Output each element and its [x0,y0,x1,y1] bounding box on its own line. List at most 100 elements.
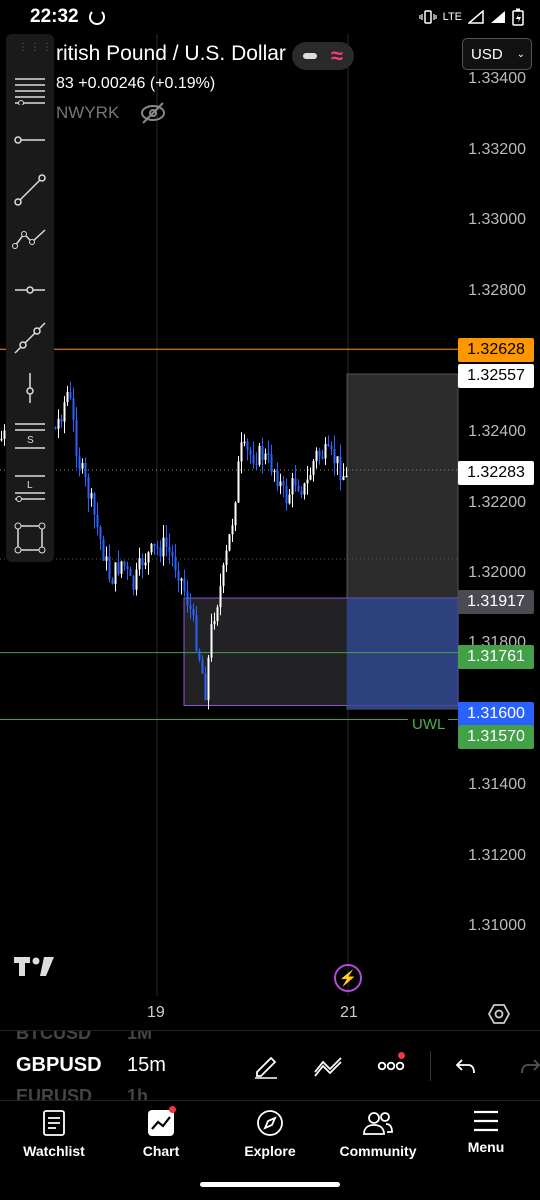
indicator-toggle[interactable]: ≈ [292,42,354,70]
signal-icon-2 [491,11,505,23]
drawing-toolbar: ⋮⋮⋮ S L [6,34,54,562]
settings-icon[interactable] [488,1003,510,1025]
candle-body [114,562,117,584]
currency-select[interactable]: USD ⌄ [462,38,532,70]
candle-body [276,470,279,487]
candle-body [321,456,324,459]
candle-body [315,450,318,462]
candle-body [168,546,171,552]
symbol-ghost: EURUSD [16,1086,93,1100]
timeframe-ghost: 1M [127,1030,153,1043]
nav-community[interactable]: Community [328,1109,428,1159]
candle-body [297,485,300,492]
candle-body [288,494,291,504]
candle-body [345,475,348,478]
price-tag-zone-mid[interactable]: 1.31917 [458,590,534,614]
axis-label: 1.31000 [468,917,526,934]
nav-chart[interactable]: Chart [111,1106,211,1159]
home-indicator[interactable] [200,1182,340,1187]
long-position-icon: L [15,475,45,502]
watchlist-icon [43,1110,65,1136]
tradingview-logo-icon [14,957,54,976]
candle-body [225,550,228,565]
candle-body [63,402,66,422]
chart-area[interactable] [0,34,540,1030]
symbol-title[interactable]: ritish Pound / U.S. Dollar [56,42,286,66]
candle-body [162,537,165,557]
nav-watchlist[interactable]: Watchlist [4,1109,104,1159]
candle-body [282,481,285,486]
undo-button[interactable] [446,1049,486,1083]
price-tag-blue[interactable]: 1.31600 [458,702,534,726]
candle-body [291,478,294,495]
price-tag-uwl[interactable]: 1.31570 [458,725,534,749]
timeframe-picker[interactable]: 15m [127,1054,166,1077]
drag-handle-icon[interactable]: ⋮⋮⋮ [18,42,54,53]
candle-body [84,462,87,478]
drawing-button[interactable] [246,1049,286,1083]
rectangle-icon [14,522,46,554]
candle-body [186,591,189,606]
price-tag-green[interactable]: 1.31761 [458,645,534,669]
indicators-button[interactable] [308,1049,348,1083]
horizontal-lines-tool[interactable] [6,72,54,108]
candle-body [309,475,312,480]
price-tag-last[interactable]: 1.32283 [458,461,534,485]
horizontal-ray-tool[interactable] [6,122,54,158]
long-position-tool[interactable]: L [6,470,54,506]
eye-off-icon[interactable] [140,101,166,125]
uwl-label: UWL [412,716,446,733]
candle-body [306,479,309,484]
candle-body [222,564,225,587]
axis-label: 1.33000 [468,211,526,228]
candle-body [135,569,138,590]
nav-menu[interactable]: Menu [436,1109,536,1155]
price-tag-orange[interactable]: 1.32628 [458,338,534,362]
candle-body [342,476,345,480]
trend-line-tool[interactable] [6,170,54,210]
short-position-tool[interactable]: S [6,418,54,454]
candle-body [171,551,174,557]
rectangle-tool[interactable] [6,518,54,558]
price-tag-zone-top[interactable]: 1.32557 [458,364,534,388]
svg-text:S: S [27,435,34,446]
compass-icon [257,1110,283,1136]
candle-body [99,527,102,540]
price-chart[interactable] [0,34,540,1030]
exchange-label: NWYRK [56,103,120,122]
candle-body [237,461,240,503]
candle-body [204,673,207,701]
vertical-line-tool[interactable] [6,368,54,408]
candle-body [312,461,315,476]
horizontal-line-icon [15,286,45,294]
candle-body [180,578,183,581]
horizontal-line-tool[interactable] [6,272,54,308]
candle-body [60,418,63,422]
candle-body [330,445,333,449]
candle-body [153,543,156,547]
more-button[interactable] [371,1049,411,1083]
chevron-down-icon: ⌄ [516,48,525,60]
redo-button[interactable] [510,1049,540,1083]
nav-explore[interactable]: Explore [220,1109,320,1159]
path-tool[interactable] [6,220,54,256]
symbol-picker[interactable]: GBPUSD [16,1054,102,1077]
candle-body [255,463,258,466]
candle-body [264,453,267,460]
extended-line-tool[interactable] [6,318,54,358]
candle-body [78,456,81,469]
notification-dot [398,1052,405,1059]
date-label: 21 [340,1004,358,1021]
candle-body [159,547,162,557]
candle-body [126,565,129,570]
hamburger-icon [474,1110,498,1132]
bolt-icon[interactable]: ⚡ [334,964,362,992]
multi-lines-icon [15,78,45,105]
candle-body [96,514,99,528]
candle-body [294,478,297,486]
candle-body [81,462,84,469]
signal-icon [468,10,484,24]
candle-body [213,620,216,625]
redo-icon [521,1059,540,1074]
candle-body [129,569,132,577]
